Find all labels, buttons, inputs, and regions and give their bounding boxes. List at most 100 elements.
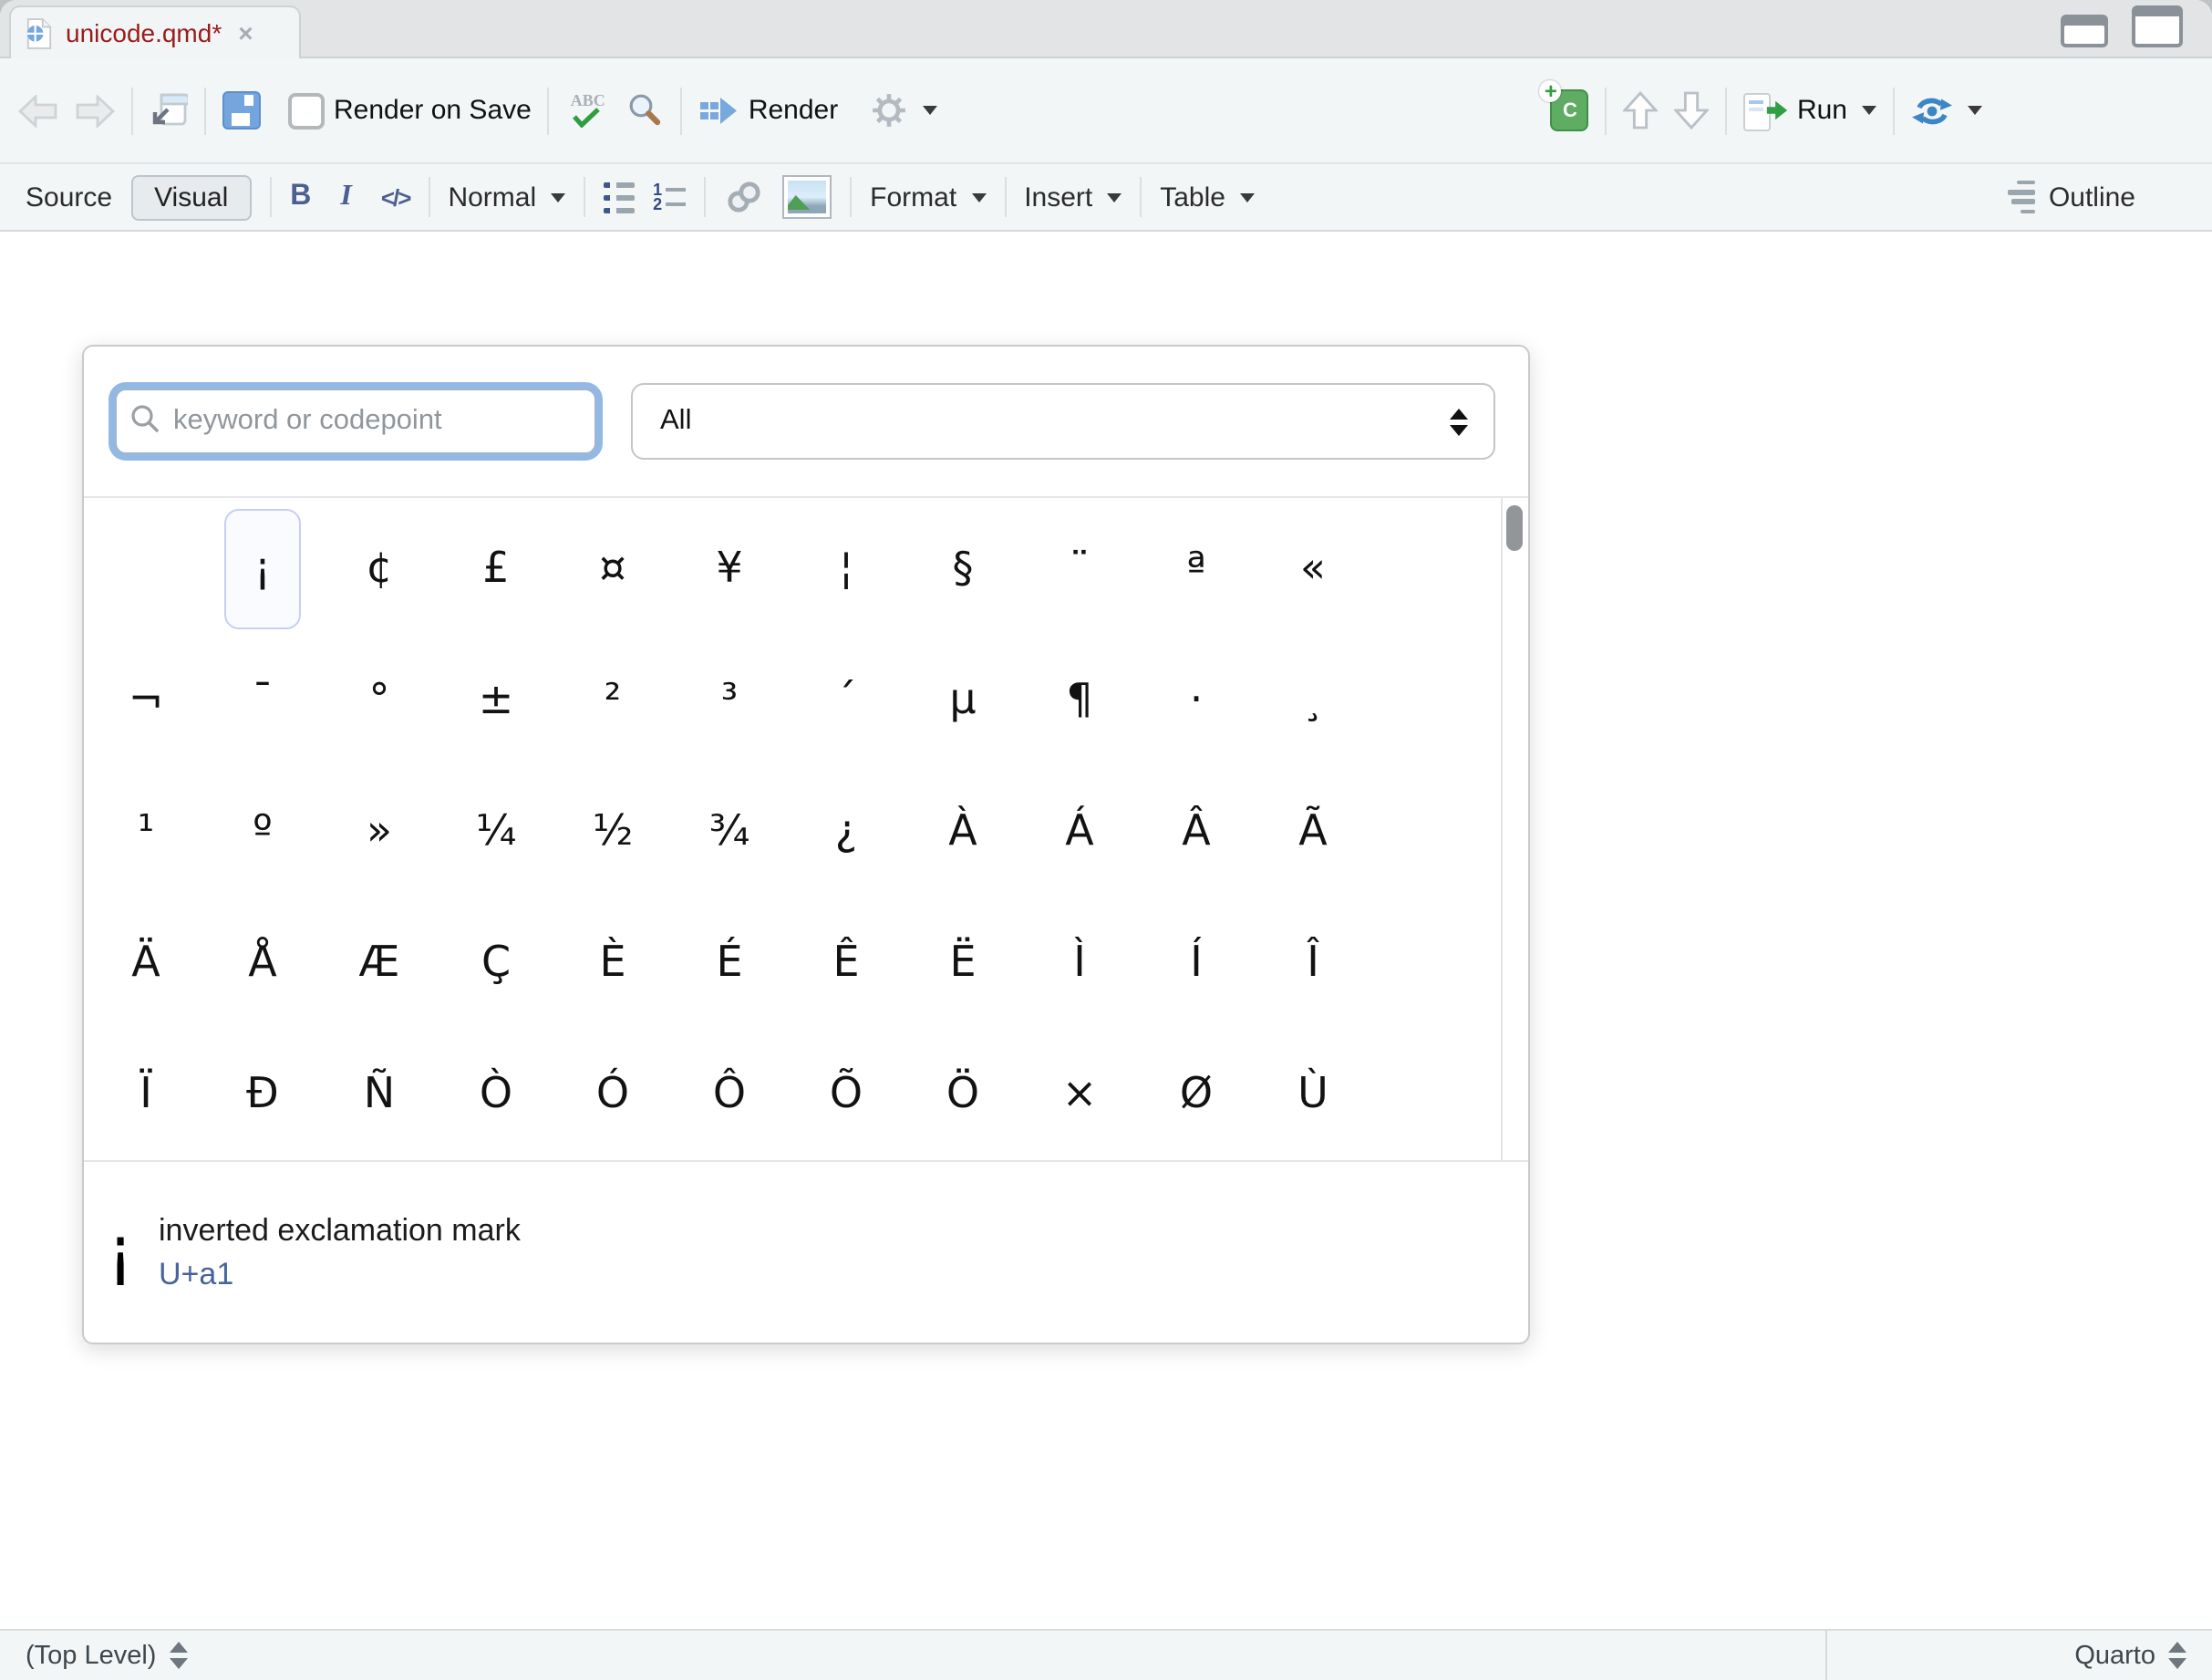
character-cell[interactable]: Î: [1255, 897, 1371, 1029]
close-icon[interactable]: ×: [238, 18, 253, 47]
outline-toggle[interactable]: Outline: [2009, 178, 2135, 216]
character-cell[interactable]: Õ: [788, 1029, 904, 1160]
visual-editor-toolbar: Source Visual B I </> Normal 12 Format I…: [0, 164, 2212, 232]
insert-menu[interactable]: Insert: [1024, 181, 1122, 213]
character-cell[interactable]: [88, 503, 204, 635]
character-cell[interactable]: ¾: [671, 766, 788, 897]
symbol-category-select[interactable]: All: [631, 383, 1495, 460]
character-cell[interactable]: Ë: [904, 897, 1021, 1029]
character-cell[interactable]: ×: [1021, 1029, 1138, 1160]
character-cell[interactable]: ¤: [554, 503, 671, 635]
character-cell[interactable]: Á: [1021, 766, 1138, 897]
go-next-section-icon[interactable]: [1675, 91, 1710, 130]
open-in-new-window-icon[interactable]: [150, 91, 188, 130]
find-replace-icon[interactable]: [626, 91, 665, 130]
format-menu[interactable]: Format: [870, 181, 986, 213]
character-cell[interactable]: Í: [1138, 897, 1255, 1029]
rerun-button[interactable]: [1911, 92, 1982, 129]
character-cell[interactable]: ª: [1138, 503, 1255, 635]
outline-icon: [2009, 178, 2036, 216]
character-cell[interactable]: À: [904, 766, 1021, 897]
character-cell[interactable]: ¶: [1021, 635, 1138, 766]
character-cell[interactable]: ½: [554, 766, 671, 897]
minimize-pane-icon[interactable]: [2061, 22, 2108, 47]
character-cell[interactable]: Ñ: [321, 1029, 438, 1160]
spellcheck-icon[interactable]: ABC: [566, 93, 610, 128]
character-cell[interactable]: È: [554, 897, 671, 1029]
character-cell[interactable]: ¡: [204, 503, 321, 635]
character-cell[interactable]: Ô: [671, 1029, 788, 1160]
character-cell[interactable]: ¢: [321, 503, 438, 635]
symbol-search-input[interactable]: [115, 389, 596, 454]
outline-label: Outline: [2049, 181, 2135, 213]
character-cell[interactable]: Ø: [1138, 1029, 1255, 1160]
character-cell[interactable]: Ï: [88, 1029, 204, 1160]
link-icon[interactable]: [724, 179, 764, 215]
visual-mode-button[interactable]: Visual: [130, 174, 252, 220]
character-cell[interactable]: Ù: [1255, 1029, 1371, 1160]
toolbar-right-group: C Run: [1551, 87, 1982, 134]
run-label: Run: [1797, 95, 1847, 126]
character-cell[interactable]: Ç: [438, 897, 554, 1029]
character-cell[interactable]: ²: [554, 635, 671, 766]
tab-unicode-qmd[interactable]: unicode.qmd* ×: [9, 5, 301, 58]
character-cell[interactable]: ´: [788, 635, 904, 766]
character-cell[interactable]: ¥: [671, 503, 788, 635]
document-format-selector[interactable]: Quarto: [1825, 1631, 2212, 1680]
render-options-button[interactable]: [869, 91, 936, 130]
character-cell[interactable]: É: [671, 897, 788, 1029]
bold-button[interactable]: B: [290, 181, 311, 213]
image-icon[interactable]: [782, 175, 832, 219]
go-previous-section-icon[interactable]: [1624, 91, 1659, 130]
paragraph-style-dropdown[interactable]: Normal: [448, 181, 565, 213]
table-menu[interactable]: Table: [1160, 181, 1255, 213]
character-cell[interactable]: £: [438, 503, 554, 635]
character-cell[interactable]: »: [321, 766, 438, 897]
save-icon[interactable]: [222, 91, 261, 130]
character-cell[interactable]: º: [204, 766, 321, 897]
maximize-pane-icon[interactable]: [2132, 5, 2183, 47]
character-cell[interactable]: ¦: [788, 503, 904, 635]
render-on-save-toggle[interactable]: Render on Save: [288, 92, 532, 129]
scrollbar-track[interactable]: [1501, 498, 1503, 1160]
italic-button[interactable]: I: [340, 181, 351, 213]
run-button[interactable]: Run: [1744, 90, 1876, 130]
character-cell[interactable]: Ê: [788, 897, 904, 1029]
character-cell[interactable]: ¼: [438, 766, 554, 897]
character-cell[interactable]: ¿: [788, 766, 904, 897]
character-cell[interactable]: µ: [904, 635, 1021, 766]
numbered-list-icon[interactable]: 12: [653, 182, 686, 212]
source-mode-button[interactable]: Source: [26, 181, 112, 213]
insert-chunk-icon[interactable]: C: [1551, 89, 1589, 131]
character-cell[interactable]: Ò: [438, 1029, 554, 1160]
render-on-save-checkbox[interactable]: [288, 92, 325, 129]
character-cell[interactable]: Ð: [204, 1029, 321, 1160]
character-cell[interactable]: ¸: [1255, 635, 1371, 766]
bulleted-list-icon[interactable]: [604, 178, 635, 216]
code-button[interactable]: </>: [381, 183, 410, 211]
character-cell[interactable]: Ä: [88, 897, 204, 1029]
outline-location-selector[interactable]: (Top Level): [0, 1641, 187, 1670]
character-cell[interactable]: ¯: [204, 635, 321, 766]
character-cell[interactable]: ¨: [1021, 503, 1138, 635]
character-cell[interactable]: ¬: [88, 635, 204, 766]
character-cell[interactable]: Æ: [321, 897, 438, 1029]
back-icon[interactable]: [18, 94, 58, 127]
scrollbar-thumb[interactable]: [1506, 505, 1523, 551]
character-cell[interactable]: Â: [1138, 766, 1255, 897]
character-cell[interactable]: Å: [204, 897, 321, 1029]
character-cell[interactable]: Ì: [1021, 897, 1138, 1029]
character-cell[interactable]: ³: [671, 635, 788, 766]
character-cell[interactable]: ¹: [88, 766, 204, 897]
render-button[interactable]: Render: [699, 95, 838, 126]
character-cell[interactable]: §: [904, 503, 1021, 635]
forward-icon[interactable]: [75, 94, 115, 127]
character-cell[interactable]: Ó: [554, 1029, 671, 1160]
editor-canvas[interactable]: All ¡¢£¤¥¦§¨ª« ¬¯°±²³´µ¶·¸ ¹º»¼½¾¿ÀÁÂÃ ÄÅÆÇ…: [0, 232, 2212, 1629]
character-cell[interactable]: Ã: [1255, 766, 1371, 897]
character-cell[interactable]: °: [321, 635, 438, 766]
character-cell[interactable]: Ö: [904, 1029, 1021, 1160]
character-cell[interactable]: ±: [438, 635, 554, 766]
character-cell[interactable]: «: [1255, 503, 1371, 635]
character-cell[interactable]: ·: [1138, 635, 1255, 766]
